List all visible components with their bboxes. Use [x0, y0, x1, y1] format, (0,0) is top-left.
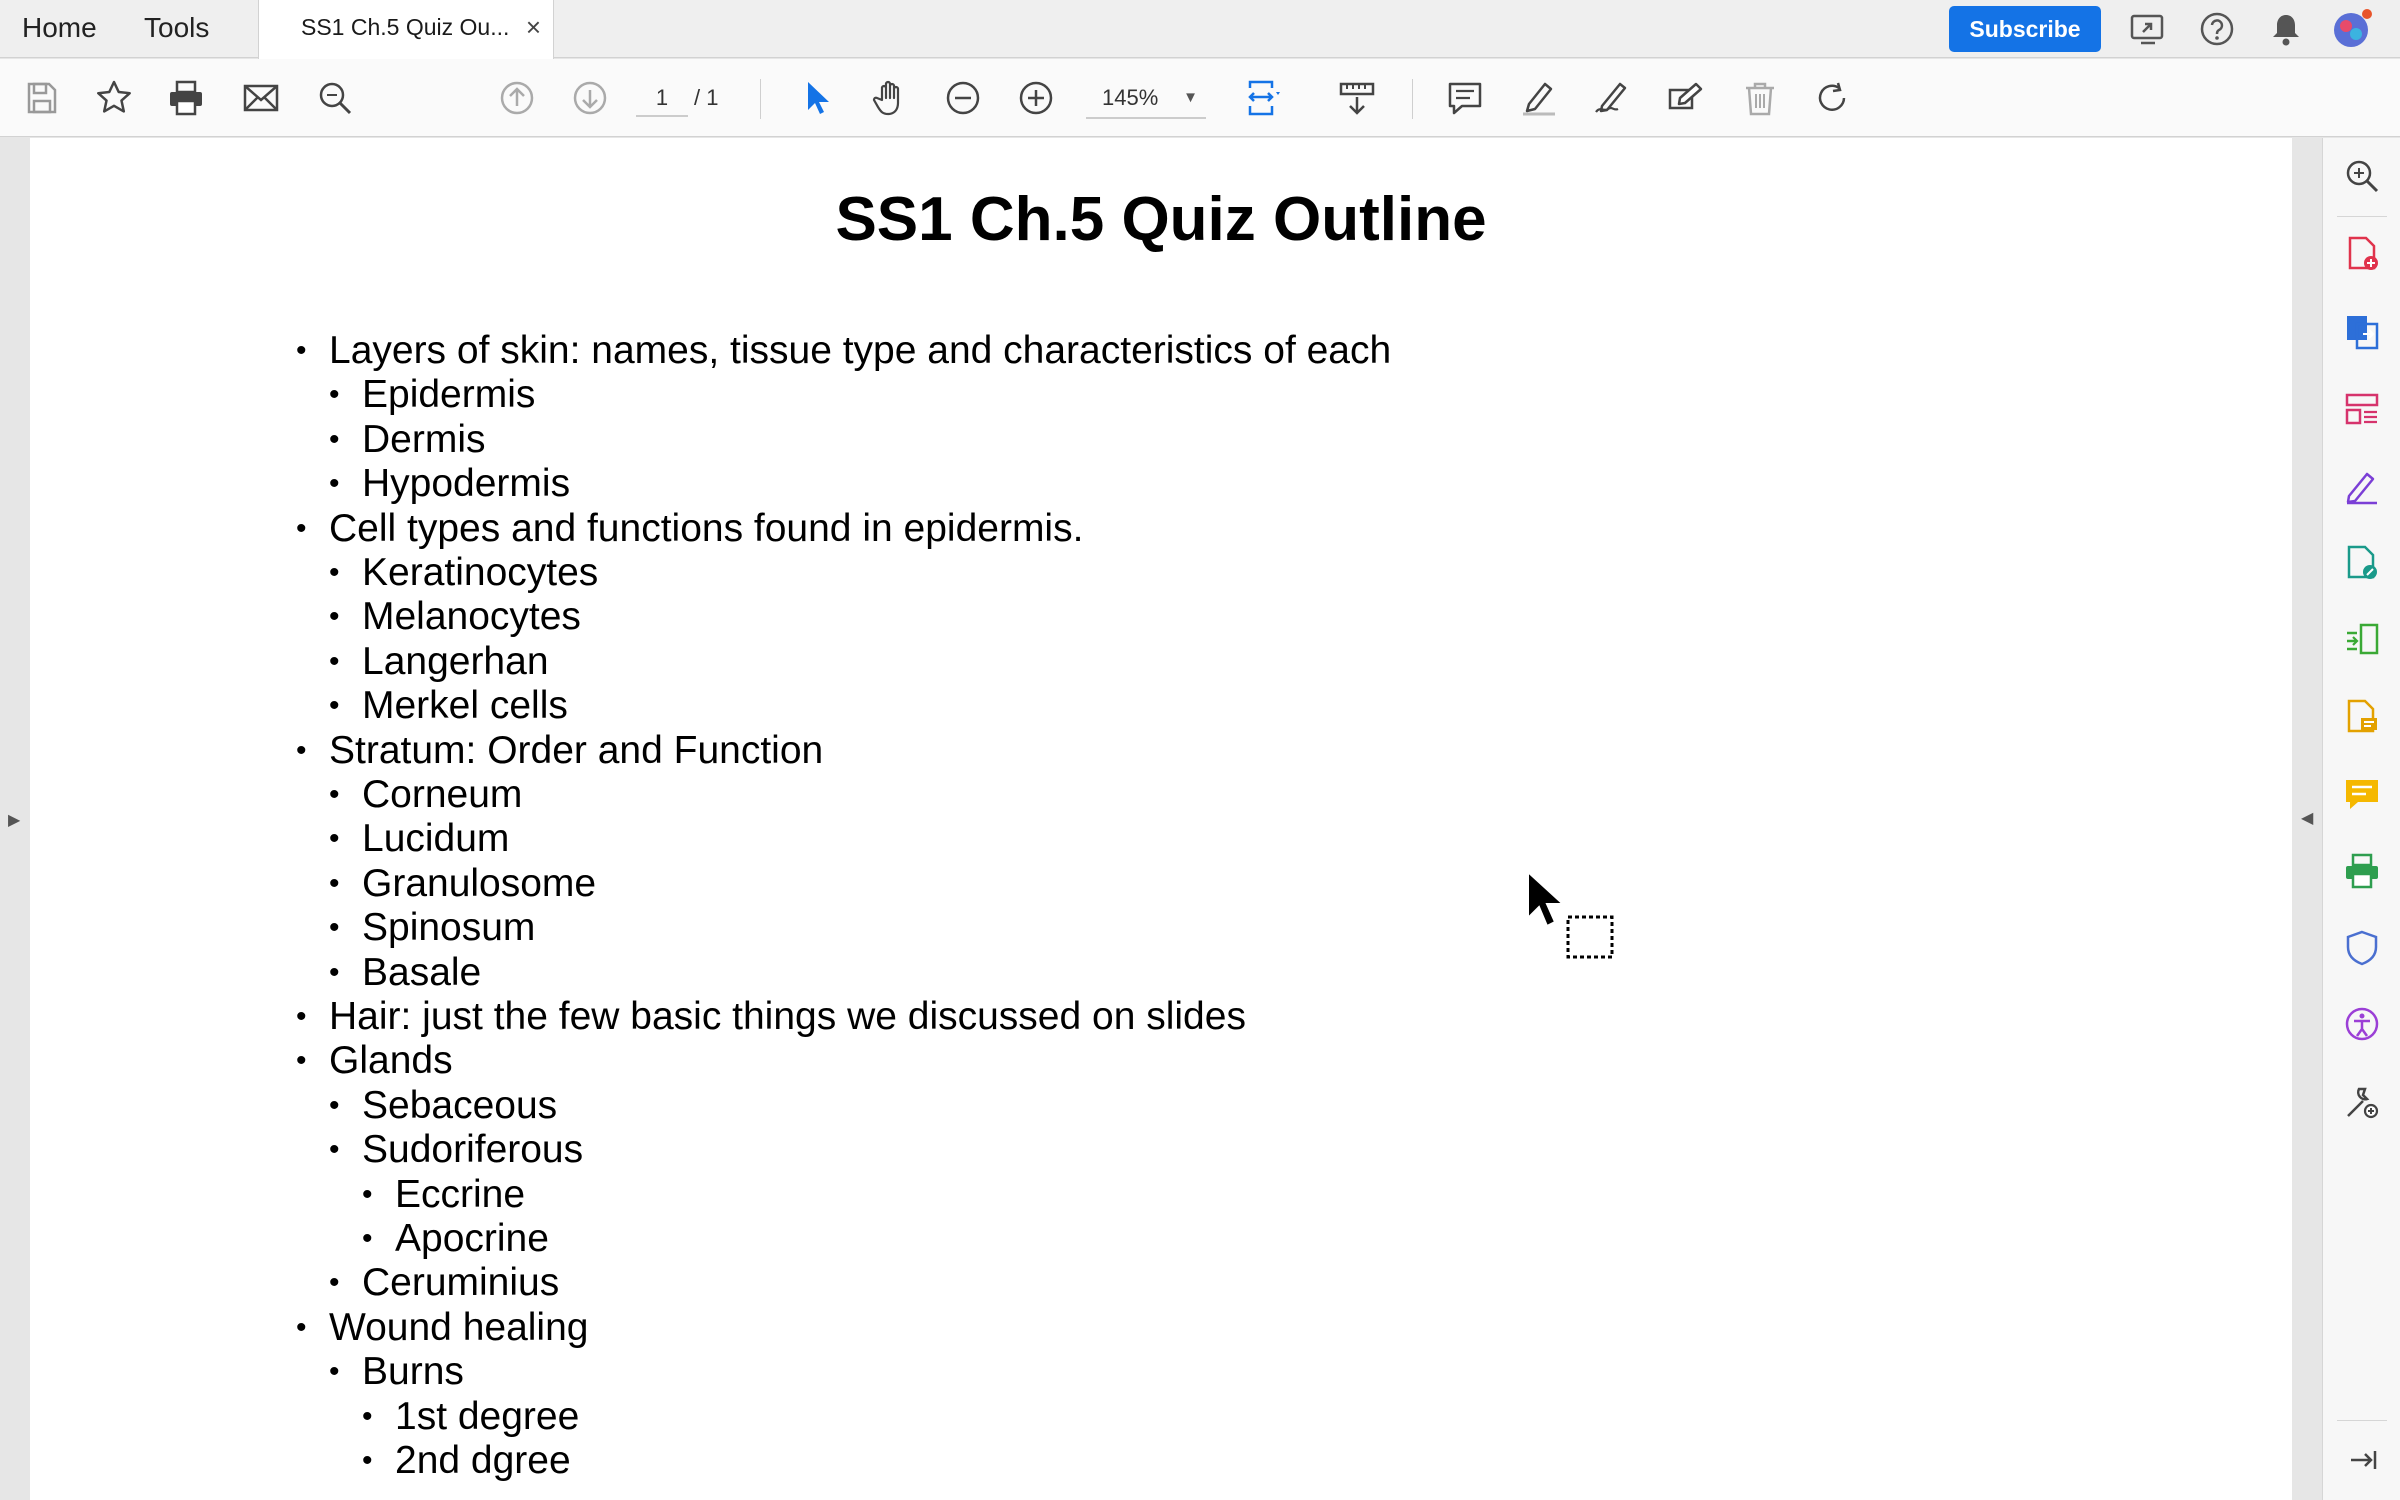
toolbar: 1 / 1 145% ▼ — [0, 59, 2400, 137]
outline-item-level-1: Glands — [296, 1039, 452, 1083]
outline-item-level-2: Sebaceous — [329, 1084, 557, 1128]
outline-item-level-3: Eccrine — [362, 1173, 525, 1217]
outline-item-level-2: Lucidum — [329, 817, 510, 861]
more-tools-icon[interactable] — [2342, 1082, 2382, 1122]
document-tab-title: SS1 Ch.5 Quiz Ou... — [301, 14, 510, 40]
tools-pane — [2322, 138, 2400, 1500]
comment-tool-icon[interactable] — [2342, 774, 2382, 814]
zoom-level-select[interactable]: 145% ▼ — [1086, 79, 1206, 119]
document-tab[interactable]: SS1 Ch.5 Quiz Ou... × — [258, 0, 554, 59]
page-down-icon[interactable] — [566, 74, 614, 122]
outline-item-level-2: Dermis — [329, 418, 485, 462]
hand-tool-icon[interactable] — [866, 74, 914, 122]
outline-item-level-2: Melanocytes — [329, 595, 581, 639]
outline-item-level-2: Langerhan — [329, 640, 548, 684]
comment-icon[interactable] — [1441, 74, 1489, 122]
outline-item-level-2: Ceruminius — [329, 1261, 559, 1305]
document-page: SS1 Ch.5 Quiz Outline Layers of skin: na… — [30, 138, 2292, 1500]
scan-icon[interactable] — [2342, 851, 2382, 891]
organize-pages-icon[interactable] — [2342, 389, 2382, 429]
page-up-icon[interactable] — [493, 74, 541, 122]
right-panel-toggle[interactable]: ◀ — [2292, 138, 2322, 1500]
outline-item-level-3: 1st degree — [362, 1395, 579, 1439]
sign-icon[interactable] — [1588, 74, 1636, 122]
save-icon[interactable] — [18, 74, 66, 122]
outline-item-level-3: 2nd dgree — [362, 1439, 571, 1483]
select-cursor-icon[interactable] — [793, 74, 841, 122]
outline-item-level-1: Layers of skin: names, tissue type and c… — [296, 329, 1391, 373]
bookmark-star-icon[interactable] — [90, 74, 138, 122]
outline-item-level-2: Epidermis — [329, 373, 535, 417]
subscribe-button[interactable]: Subscribe — [1949, 6, 2101, 52]
zoom-in-icon[interactable] — [1012, 74, 1060, 122]
combine-files-icon[interactable] — [2342, 620, 2382, 660]
outline-item-level-2: Spinosum — [329, 906, 536, 950]
print-icon[interactable] — [162, 74, 210, 122]
outline-item-level-2: Sudoriferous — [329, 1128, 583, 1172]
outline-item-level-2: Burns — [329, 1350, 464, 1394]
outline-item-level-2: Granulosome — [329, 862, 596, 906]
zoom-level-value: 145% — [1102, 85, 1159, 110]
edit-pdf-icon[interactable] — [2342, 543, 2382, 583]
notifications-bell-icon[interactable] — [2265, 8, 2307, 50]
home-tab[interactable]: Home — [22, 10, 97, 46]
page-title: SS1 Ch.5 Quiz Outline — [835, 185, 1487, 254]
close-icon[interactable]: × — [526, 12, 541, 42]
protect-icon[interactable] — [2342, 928, 2382, 968]
delete-icon[interactable] — [1736, 74, 1784, 122]
toolbar-divider — [1412, 79, 1413, 119]
share-screen-icon[interactable] — [2127, 8, 2169, 50]
fit-page-icon[interactable] — [1240, 74, 1288, 122]
outline-item-level-1: Stratum: Order and Function — [296, 729, 823, 773]
rotate-icon[interactable] — [1808, 74, 1856, 122]
create-pdf-icon[interactable] — [2342, 234, 2382, 274]
help-icon[interactable] — [2196, 8, 2238, 50]
outline-item-level-2: Hypodermis — [329, 462, 570, 506]
scroll-mode-icon[interactable] — [1333, 74, 1381, 122]
outline-item-level-2: Basale — [329, 951, 481, 995]
outline-item-level-1: Cell types and functions found in epider… — [296, 507, 1083, 551]
fill-sign-icon[interactable] — [2342, 467, 2382, 507]
chevron-down-icon: ▼ — [1183, 89, 1198, 106]
email-icon[interactable] — [237, 74, 285, 122]
tab-bar: Home Tools SS1 Ch.5 Quiz Ou... × Subscri… — [0, 0, 2400, 59]
outline-item-level-1: Wound healing — [296, 1306, 589, 1350]
search-zoom-icon[interactable] — [2342, 156, 2382, 196]
outline-item-level-2: Keratinocytes — [329, 551, 598, 595]
outline-item-level-3: Apocrine — [362, 1217, 549, 1261]
panel-divider — [2337, 1420, 2387, 1421]
outline-item-level-2: Corneum — [329, 773, 522, 817]
edit-text-icon[interactable] — [1662, 74, 1710, 122]
page-number-input[interactable]: 1 — [636, 81, 688, 117]
outline-item-level-1: Hair: just the few basic things we discu… — [296, 995, 1246, 1039]
outline-item-level-2: Merkel cells — [329, 684, 568, 728]
request-signature-icon[interactable] — [2342, 697, 2382, 737]
mouse-pointer-icon — [1526, 869, 1616, 962]
zoom-out-icon[interactable] — [939, 74, 987, 122]
accessibility-icon[interactable] — [2342, 1004, 2382, 1044]
left-panel-toggle[interactable]: ▶ — [0, 138, 30, 1500]
panel-divider — [2337, 216, 2387, 217]
collapse-right-icon: ◀ — [2301, 810, 2314, 827]
collapse-panel-icon[interactable] — [2342, 1440, 2382, 1480]
highlight-icon[interactable] — [1515, 74, 1563, 122]
avatar[interactable] — [2331, 8, 2373, 50]
expand-left-icon: ▶ — [8, 812, 21, 829]
toolbar-divider — [760, 79, 761, 119]
export-pdf-icon[interactable] — [2342, 311, 2382, 351]
tools-tab[interactable]: Tools — [144, 10, 209, 46]
page-total: / 1 — [694, 85, 719, 110]
search-icon[interactable] — [311, 74, 359, 122]
